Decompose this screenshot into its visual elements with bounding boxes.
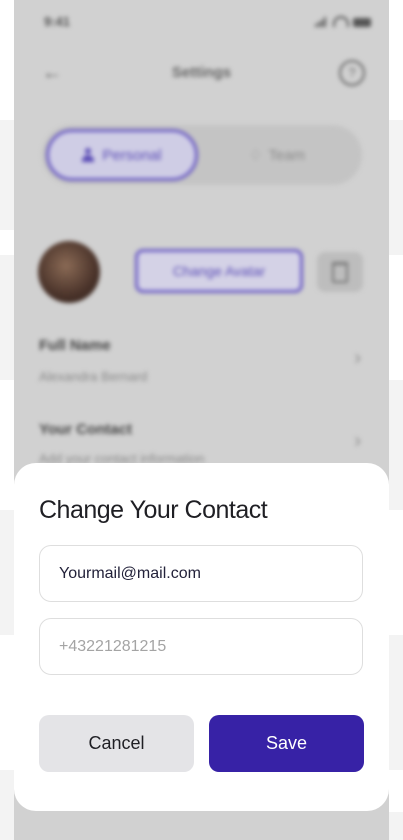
- backdrop-band: [389, 120, 403, 255]
- full-name-value: Alexandra Bernard: [39, 369, 148, 384]
- signal-icon: [315, 17, 329, 27]
- status-time: 9:41: [44, 14, 71, 29]
- your-contact-label: Your Contact: [39, 421, 133, 438]
- status-icons: [315, 16, 371, 27]
- backdrop-band: [389, 635, 403, 770]
- chevron-right-icon[interactable]: ›: [354, 347, 361, 370]
- backdrop-band: [0, 120, 14, 230]
- person-icon: [82, 148, 95, 162]
- tab-team[interactable]: ♢ Team: [202, 129, 352, 181]
- help-icon[interactable]: ?: [339, 60, 365, 86]
- team-icon: ♢: [248, 147, 263, 164]
- cancel-button[interactable]: Cancel: [39, 715, 194, 772]
- email-field[interactable]: [39, 545, 363, 602]
- segmented-control: Personal ♢ Team: [42, 125, 362, 185]
- backdrop-band: [0, 770, 14, 840]
- chevron-right-icon[interactable]: ›: [354, 430, 361, 453]
- tab-personal[interactable]: Personal: [46, 129, 198, 181]
- backdrop-band: [0, 510, 14, 635]
- sheet-title: Change Your Contact: [39, 496, 268, 524]
- page-title: Settings: [171, 64, 232, 81]
- full-name-label: Full Name: [39, 337, 111, 354]
- change-avatar-button[interactable]: Change Avatar: [135, 249, 303, 293]
- avatar: [38, 241, 100, 303]
- trash-icon: [332, 261, 348, 283]
- save-button[interactable]: Save: [209, 715, 364, 772]
- tab-team-label: Team: [268, 146, 306, 164]
- phone-field[interactable]: [39, 618, 363, 675]
- tab-personal-label: Personal: [102, 146, 162, 164]
- battery-icon: [353, 18, 371, 27]
- backdrop-band: [0, 255, 14, 380]
- delete-avatar-button[interactable]: [317, 252, 363, 292]
- wifi-icon: [333, 16, 349, 27]
- backdrop-band: [389, 380, 403, 510]
- change-contact-sheet: Change Your Contact Cancel Save: [14, 463, 389, 811]
